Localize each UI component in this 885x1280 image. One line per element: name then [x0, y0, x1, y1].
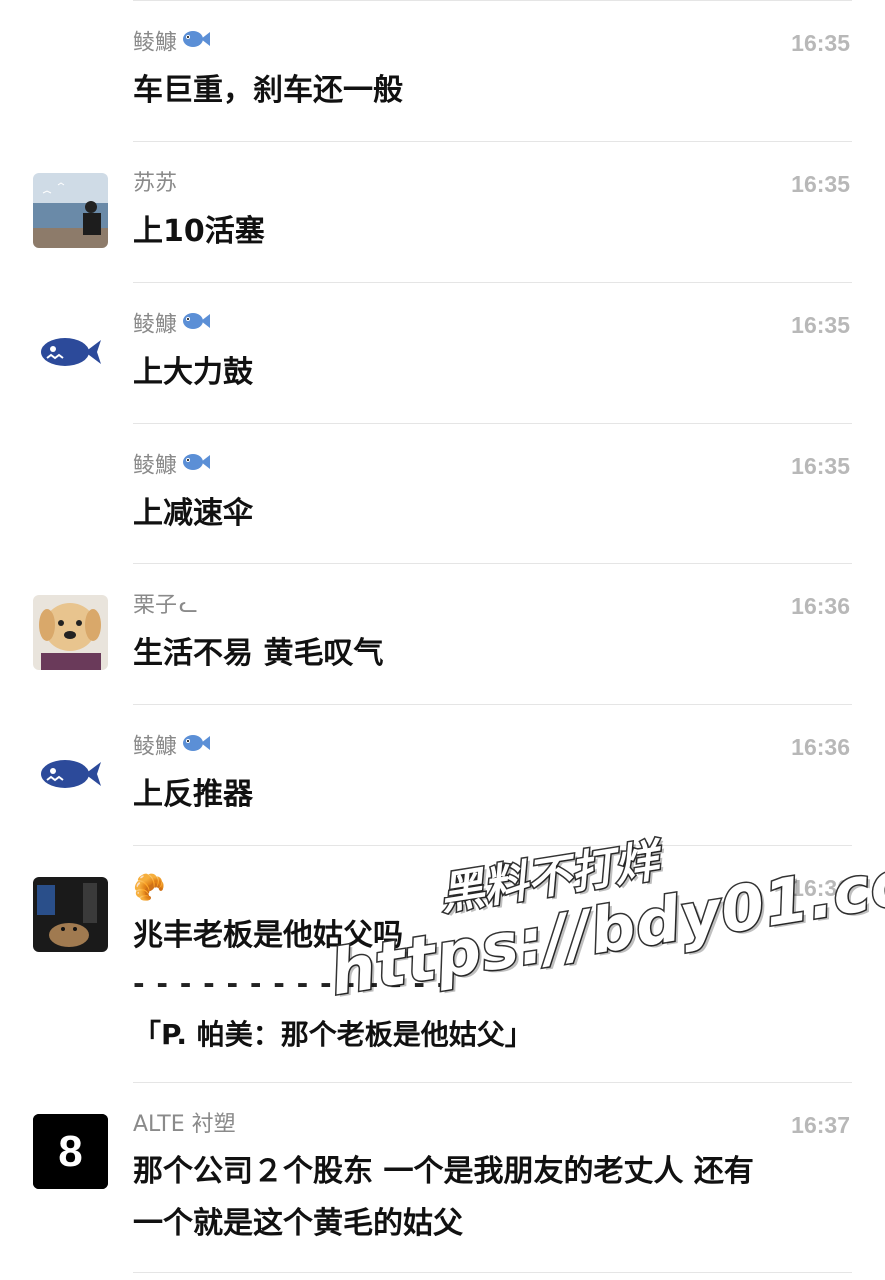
- avatar[interactable]: [33, 173, 108, 248]
- message-time: 16:35: [791, 453, 850, 479]
- sender-name[interactable]: 栗子ᓚ: [133, 591, 198, 621]
- svg-text:8: 8: [58, 1127, 82, 1176]
- sender-name[interactable]: ALTE 衬塑: [133, 1110, 236, 1140]
- message-time: 16:35: [791, 30, 850, 56]
- message-divider: [133, 282, 852, 283]
- message-time: 16:37: [791, 1112, 850, 1138]
- message-divider: [133, 1082, 852, 1083]
- message-text: 生活不易 黄毛叹气: [133, 636, 384, 671]
- watermark-title: 黑料不打烊: [435, 834, 663, 922]
- message-time: 16:36: [791, 593, 850, 619]
- fish-emoji-icon: [181, 732, 211, 763]
- message-divider: [133, 1272, 852, 1273]
- message-text: 上反推器: [133, 777, 253, 812]
- fish-emoji-icon: [181, 451, 211, 482]
- message-time: 16:36: [791, 875, 850, 901]
- message-divider: [133, 845, 852, 846]
- message-time: 16:36: [791, 734, 850, 760]
- message-divider: [133, 141, 852, 142]
- message-time: 16:35: [791, 171, 850, 197]
- message-text: 上10活塞: [133, 214, 265, 249]
- message-time: 16:35: [791, 312, 850, 338]
- fish-emoji-icon: [181, 310, 211, 341]
- avatar[interactable]: [33, 877, 108, 952]
- sender-name[interactable]: 鲮鱇: [133, 732, 211, 762]
- message-text: 那个公司２个股东 一个是我朋友的老丈人 还有 一个就是这个黄毛的姑父: [133, 1154, 754, 1241]
- sender-name[interactable]: 鲮鱇: [133, 28, 211, 58]
- fish-emoji-icon: [181, 28, 211, 59]
- message-divider: [133, 563, 852, 564]
- message-text: 上大力鼓: [133, 355, 253, 390]
- sender-name[interactable]: 苏苏: [133, 169, 177, 199]
- sender-name[interactable]: 鲮鱇: [133, 310, 211, 340]
- seaside-photo-icon: [33, 173, 108, 248]
- number-8-icon: 8: [33, 1114, 108, 1189]
- avatar[interactable]: [33, 314, 108, 389]
- message-text: 车巨重，刹车还一般: [133, 73, 403, 108]
- message-divider: [133, 423, 852, 424]
- message-text: 兆丰老板是他姑父吗: [133, 918, 403, 953]
- quote-separator: - - - - - - - - - - - - - -: [133, 967, 450, 1000]
- golden-retriever-icon: [33, 595, 108, 670]
- dark-photo-icon: [33, 877, 108, 952]
- message-divider: [133, 704, 852, 705]
- avatar[interactable]: [33, 595, 108, 670]
- quoted-message[interactable]: 「P. 帕美：那个老板是他姑父」: [133, 1013, 533, 1053]
- sender-name[interactable]: 🥐: [133, 873, 165, 903]
- blue-fish-icon: [33, 314, 108, 389]
- sender-name[interactable]: 鲮鱇: [133, 451, 211, 481]
- avatar[interactable]: 8: [33, 1114, 108, 1189]
- blue-fish-icon: [33, 736, 108, 811]
- avatar[interactable]: [33, 736, 108, 811]
- sender-name-suffix: ᓚ: [179, 593, 198, 618]
- top-divider: [133, 0, 852, 1]
- message-text: 上减速伞: [133, 496, 253, 531]
